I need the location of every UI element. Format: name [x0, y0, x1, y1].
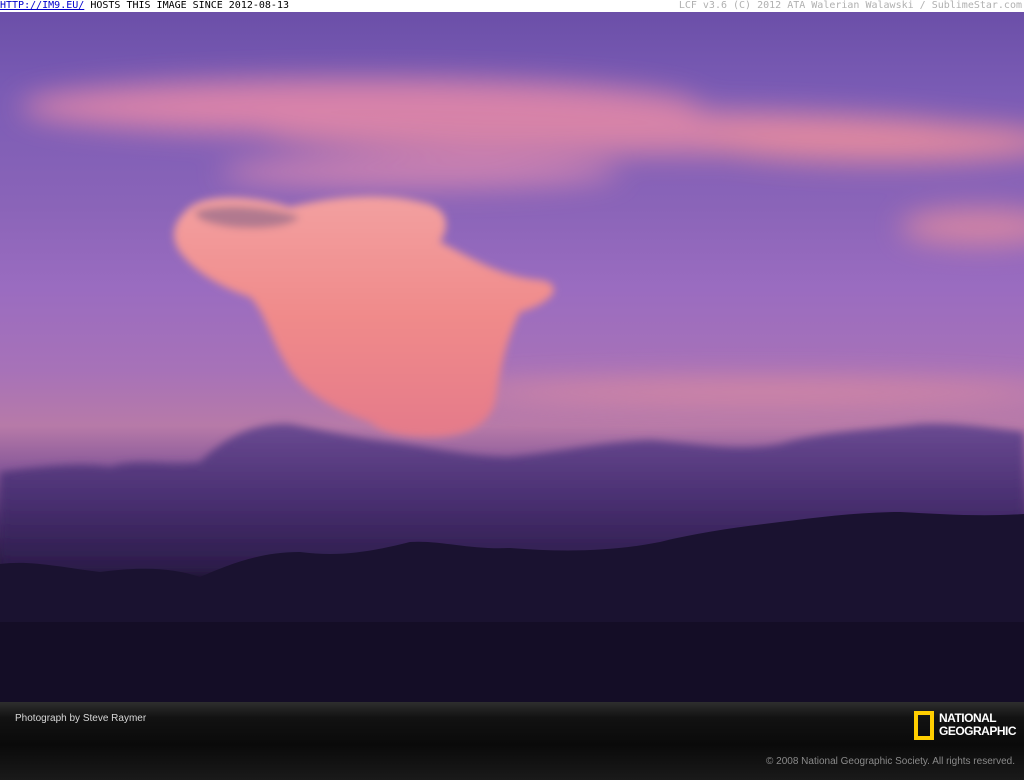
- caption-footer: Photograph by Steve Raymer NATIONAL GEOG…: [0, 702, 1024, 780]
- sky-streaks: [20, 79, 1024, 406]
- sunset-photograph: [0, 12, 1024, 702]
- photo-scene: [0, 79, 1024, 702]
- photo-credit: Photograph by Steve Raymer: [15, 713, 147, 724]
- logo-line-2: GEOGRAPHIC: [939, 724, 1017, 738]
- national-geographic-logo: NATIONAL GEOGRAPHIC: [914, 711, 1017, 741]
- yellow-frame-icon: [914, 711, 934, 740]
- tower-cloud: [174, 196, 554, 437]
- host-link[interactable]: HTTP://IM9.EU/: [0, 0, 84, 11]
- logo-wordmark: NATIONAL GEOGRAPHIC: [939, 712, 1017, 738]
- host-banner: HTTP://IM9.EU/ HOSTS THIS IMAGE SINCE 20…: [0, 0, 1024, 12]
- script-credit: LCF v3.6 (C) 2012 ATA Walerian Walawski …: [678, 0, 1022, 11]
- copyright-notice: © 2008 National Geographic Society. All …: [766, 756, 1015, 767]
- host-text: HOSTS THIS IMAGE SINCE 2012-08-13: [84, 0, 289, 11]
